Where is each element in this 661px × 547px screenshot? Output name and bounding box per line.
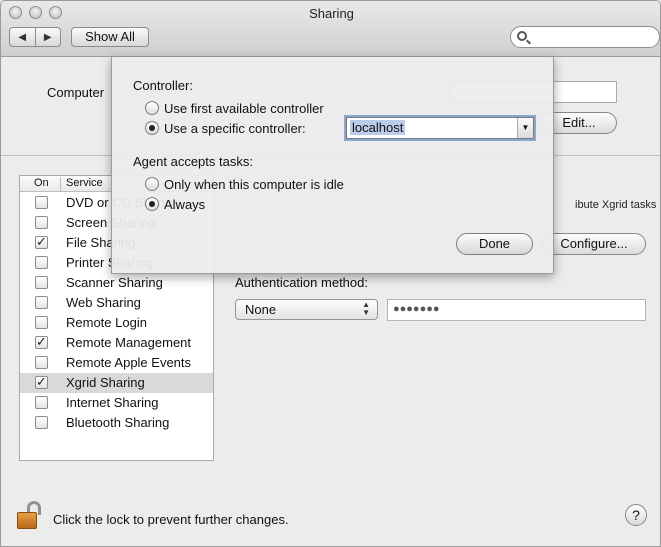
window-title: Sharing — [309, 6, 354, 21]
service-checkbox[interactable]: ✓ — [35, 235, 48, 249]
column-header-on[interactable]: On — [34, 177, 49, 189]
auth-method-label: Authentication method: — [235, 275, 368, 290]
back-forward-control: ◀ ▶ — [9, 27, 61, 47]
up-down-arrows-icon: ▲ ▼ — [362, 300, 370, 317]
service-checkbox[interactable] — [35, 416, 48, 429]
radio-label-only-when-idle: Only when this computer is idle — [164, 177, 344, 192]
service-checkbox[interactable] — [35, 256, 48, 269]
service-checkbox[interactable] — [35, 216, 48, 229]
list-item[interactable]: Bluetooth Sharing — [20, 413, 213, 433]
chevron-down-icon[interactable]: ▼ — [517, 118, 533, 138]
auth-method-value: None — [245, 302, 277, 317]
list-item[interactable]: Web Sharing — [20, 293, 213, 313]
radio-label-specific-controller: Use a specific controller: — [164, 121, 306, 136]
auth-method-select[interactable]: None ▲ ▼ — [235, 299, 378, 320]
radio-label-first-available: Use first available controller — [164, 101, 324, 116]
service-checkbox[interactable] — [35, 316, 48, 329]
password-mask: ●●●●●●● — [393, 303, 440, 315]
back-arrow-icon[interactable]: ◀ — [10, 28, 35, 46]
service-label: Remote Management — [66, 335, 192, 350]
radio-always[interactable] — [145, 197, 159, 211]
service-label: Bluetooth Sharing — [66, 415, 170, 430]
help-button[interactable]: ? — [625, 504, 647, 526]
radio-first-available-controller[interactable] — [145, 101, 159, 115]
password-field[interactable]: ●●●●●●● — [387, 299, 646, 321]
list-item[interactable]: ✓ Xgrid Sharing — [20, 373, 213, 393]
agent-accepts-label: Agent accepts tasks: — [133, 154, 253, 169]
configure-button[interactable]: Configure... — [542, 233, 646, 255]
service-checkbox[interactable] — [35, 296, 48, 309]
title-bar: Sharing ◀ ▶ Show All — [1, 1, 660, 57]
service-label: Internet Sharing — [66, 395, 159, 410]
lock-icon[interactable] — [17, 501, 43, 531]
computer-name-label: Computer — [47, 85, 105, 100]
controller-combo-box[interactable]: localhost ▼ — [346, 117, 534, 139]
done-button[interactable]: Done — [456, 233, 533, 255]
service-label: Xgrid Sharing — [66, 375, 145, 390]
xgrid-description: ibute Xgrid tasks — [575, 199, 657, 211]
show-all-button[interactable]: Show All — [71, 27, 149, 47]
sharing-window: Sharing ◀ ▶ Show All Computer Edit... On… — [0, 0, 661, 547]
radio-specific-controller[interactable] — [145, 121, 159, 135]
service-checkbox[interactable] — [35, 356, 48, 369]
service-checkbox[interactable] — [35, 276, 48, 289]
service-checkbox[interactable]: ✓ — [35, 375, 48, 389]
service-checkbox[interactable] — [35, 396, 48, 409]
search-icon — [517, 31, 527, 41]
list-item[interactable]: ✓ Remote Management — [20, 333, 213, 353]
service-checkbox[interactable] — [35, 196, 48, 209]
radio-only-when-idle[interactable] — [145, 177, 159, 191]
search-field[interactable] — [510, 26, 660, 48]
list-item[interactable]: Scanner Sharing — [20, 273, 213, 293]
controller-label: Controller: — [133, 78, 193, 93]
controller-value[interactable]: localhost — [350, 120, 406, 135]
service-label: Remote Apple Events — [66, 355, 192, 370]
service-label: Remote Login — [66, 315, 147, 330]
lock-status-text: Click the lock to prevent further change… — [53, 512, 289, 527]
service-checkbox[interactable]: ✓ — [35, 335, 48, 349]
forward-arrow-icon[interactable]: ▶ — [34, 28, 61, 46]
column-header-service[interactable]: Service — [60, 177, 103, 192]
radio-label-always: Always — [164, 197, 206, 212]
list-item[interactable]: Remote Login — [20, 313, 213, 333]
list-item[interactable]: Internet Sharing — [20, 393, 213, 413]
service-label: Scanner Sharing — [66, 275, 163, 290]
service-label: Web Sharing — [66, 295, 141, 310]
list-item[interactable]: Remote Apple Events — [20, 353, 213, 373]
xgrid-configure-sheet: Controller: Use first available controll… — [111, 57, 554, 274]
